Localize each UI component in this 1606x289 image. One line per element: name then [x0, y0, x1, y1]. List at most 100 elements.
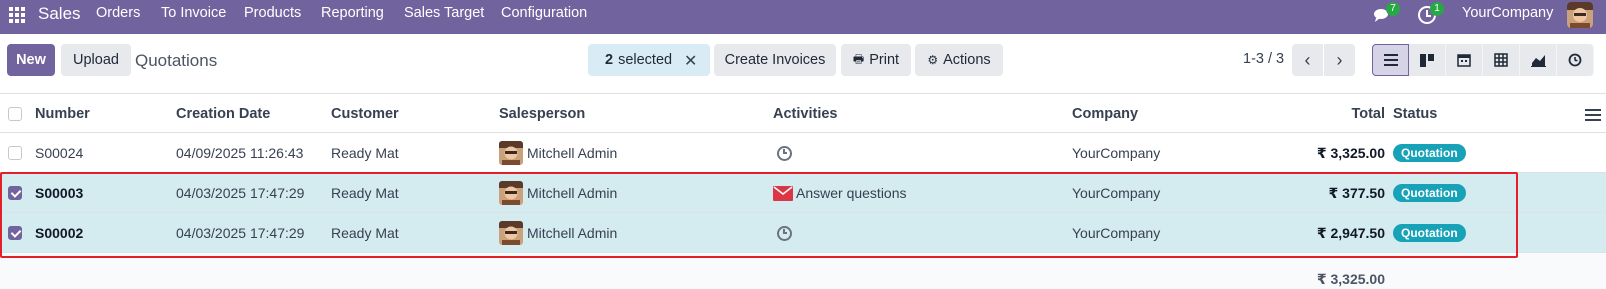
salesperson[interactable]: Mitchell Admin [499, 173, 617, 213]
printer-icon: 🖶 [852, 51, 865, 66]
messages-count-badge: 7 [1386, 2, 1400, 16]
calendar-icon [1457, 54, 1471, 67]
order-number: S00003 [35, 185, 84, 201]
creation-date: 04/09/2025 11:26:43 [176, 145, 304, 161]
app-name[interactable]: Sales [38, 4, 81, 24]
salesperson[interactable]: Mitchell Admin [499, 133, 617, 173]
total-value: ₹ 377.50 [1328, 184, 1385, 201]
header-status[interactable]: Status [1393, 94, 1437, 134]
menu-sales-target[interactable]: Sales Target [404, 5, 484, 21]
top-navbar: Sales Orders To Invoice Products Reporti… [0, 0, 1606, 34]
salesperson-name: Mitchell Admin [527, 185, 618, 201]
salesperson-avatar [499, 141, 523, 165]
row-checkbox[interactable] [8, 173, 24, 213]
menu-orders[interactable]: Orders [96, 5, 140, 21]
graph-icon [1530, 54, 1546, 67]
new-button[interactable]: New [7, 44, 55, 76]
envelope-icon[interactable] [773, 185, 793, 201]
actions-button[interactable]: ⚙ Actions [915, 44, 1003, 76]
row-checkbox[interactable] [8, 213, 24, 253]
company: YourCompany [1072, 145, 1161, 161]
total: ₹ 377.50 [1329, 173, 1385, 213]
company: YourCompany [1072, 225, 1161, 241]
salesperson-avatar [499, 181, 523, 205]
list-icon [1383, 54, 1398, 66]
header-customer[interactable]: Customer [331, 94, 399, 134]
header-total[interactable]: Total [1351, 94, 1385, 134]
selected-count: 2 [605, 52, 614, 68]
order-number: S00002 [35, 225, 84, 241]
print-button[interactable]: 🖶 Print [841, 44, 911, 76]
creation-date: 04/03/2025 17:47:29 [176, 225, 305, 241]
total-value: ₹ 2,947.50 [1316, 224, 1385, 241]
activity-cell[interactable] [773, 213, 792, 253]
print-label: Print [869, 52, 900, 68]
menu-to-invoice[interactable]: To Invoice [161, 5, 226, 21]
status-cell: Quotation [1393, 173, 1466, 213]
activity-cell[interactable] [773, 133, 792, 173]
status-cell: Quotation [1393, 133, 1466, 173]
status-badge: Quotation [1393, 144, 1466, 162]
create-invoices-label: Create Invoices [724, 52, 826, 68]
table-header-row: Number Creation Date Customer Salesperso… [0, 93, 1606, 133]
view-switcher [1372, 44, 1594, 76]
pager-previous-button[interactable]: ‹ [1292, 44, 1323, 76]
creation-date: 04/03/2025 17:47:29 [176, 185, 305, 201]
kanban-view-button[interactable] [1409, 44, 1446, 76]
status-cell: Quotation [1393, 213, 1466, 253]
apps-grid-icon[interactable] [9, 7, 27, 25]
pager-value[interactable]: 1-3 / 3 [1243, 51, 1284, 67]
activity-summary: Answer questions [796, 185, 907, 201]
status-badge: Quotation [1393, 184, 1466, 202]
activity-view-button[interactable] [1557, 44, 1594, 76]
customer: Ready Mat [331, 225, 399, 241]
menu-products[interactable]: Products [244, 5, 301, 21]
header-salesperson[interactable]: Salesperson [499, 94, 585, 134]
unselect-all-icon[interactable]: ✕ [684, 51, 697, 71]
calendar-view-button[interactable] [1446, 44, 1483, 76]
graph-view-button[interactable] [1520, 44, 1557, 76]
upload-button[interactable]: Upload [61, 44, 131, 76]
header-creation-date[interactable]: Creation Date [176, 94, 270, 134]
gear-icon: ⚙ [927, 53, 939, 67]
salesperson[interactable]: Mitchell Admin [499, 213, 617, 253]
menu-reporting[interactable]: Reporting [321, 5, 384, 21]
activity-icon [1568, 53, 1582, 67]
total: ₹ 3,325.00 [1317, 133, 1385, 173]
chevron-left-icon: ‹ [1304, 49, 1311, 70]
customer: Ready Mat [331, 185, 399, 201]
total-value: ₹ 3,325.00 [1316, 144, 1385, 161]
menu-configuration[interactable]: Configuration [501, 5, 587, 21]
order-number: S00024 [35, 145, 84, 161]
row-checkbox[interactable] [8, 133, 24, 173]
optional-columns-toggle[interactable] [1585, 94, 1601, 134]
total: ₹ 2,947.50 [1317, 213, 1385, 253]
customer: Ready Mat [331, 145, 399, 161]
table-row[interactable]: S00002 04/03/2025 17:47:29 Ready Mat Mit… [0, 213, 1606, 253]
company-switcher[interactable]: YourCompany [1462, 5, 1553, 21]
list-view-button[interactable] [1372, 44, 1409, 76]
user-avatar[interactable] [1567, 2, 1593, 28]
salesperson-avatar [499, 221, 523, 245]
salesperson-name: Mitchell Admin [527, 225, 618, 241]
select-all-checkbox[interactable] [8, 94, 24, 134]
table-row[interactable]: S00024 04/09/2025 11:26:43 Ready Mat Mit… [0, 133, 1606, 173]
table-row[interactable]: S00003 04/03/2025 17:47:29 Ready Mat Mit… [0, 173, 1606, 213]
pager-next-button[interactable]: › [1324, 44, 1355, 76]
footer-total: ₹ 3,325.00 [1316, 270, 1385, 287]
activities-count-badge: 1 [1430, 2, 1444, 16]
create-invoices-button[interactable]: Create Invoices [714, 44, 836, 76]
actions-label: Actions [943, 52, 991, 68]
activity-cell[interactable]: Answer questions [773, 173, 907, 213]
clock-icon[interactable] [777, 225, 792, 241]
header-activities[interactable]: Activities [773, 94, 837, 134]
kanban-icon [1420, 53, 1434, 67]
header-number[interactable]: Number [35, 94, 90, 134]
pivot-icon [1494, 53, 1508, 67]
chevron-right-icon: › [1336, 49, 1343, 70]
selected-label: selected [618, 52, 673, 68]
clock-icon[interactable] [777, 145, 792, 161]
header-company[interactable]: Company [1072, 94, 1138, 134]
pivot-view-button[interactable] [1483, 44, 1520, 76]
company: YourCompany [1072, 185, 1161, 201]
